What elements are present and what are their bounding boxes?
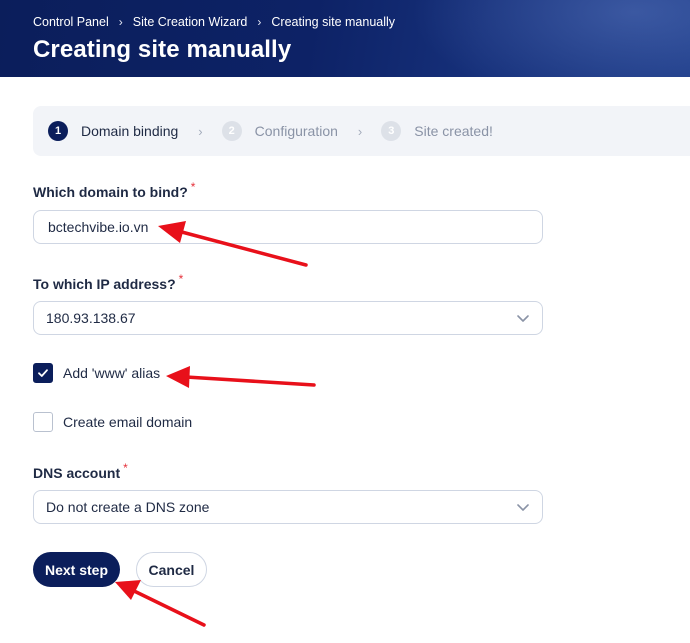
- breadcrumb-site-creation-wizard[interactable]: Site Creation Wizard: [133, 15, 248, 29]
- dns-label-text: DNS account: [33, 465, 121, 481]
- breadcrumb-control-panel[interactable]: Control Panel: [33, 15, 109, 29]
- page-header: Control Panel › Site Creation Wizard › C…: [0, 0, 690, 77]
- step-number: 2: [221, 121, 242, 141]
- chevron-right-icon: ›: [118, 15, 123, 29]
- step-domain-binding: 1 Domain binding: [48, 121, 178, 141]
- ip-label-text: To which IP address?: [33, 276, 176, 292]
- dns-select[interactable]: Do not create a DNS zone: [33, 490, 543, 524]
- www-alias-checkbox[interactable]: [33, 363, 53, 383]
- www-alias-label: Add 'www' alias: [63, 365, 161, 381]
- step-label: Site created!: [414, 123, 493, 139]
- step-configuration: 2 Configuration: [221, 121, 338, 141]
- chevron-right-icon: ›: [257, 15, 262, 29]
- next-step-button[interactable]: Next step: [33, 552, 120, 587]
- cancel-button[interactable]: Cancel: [136, 552, 207, 587]
- domain-field-label: Which domain to bind? *: [33, 180, 195, 200]
- required-mark: *: [178, 272, 184, 286]
- dns-select-value: Do not create a DNS zone: [46, 499, 210, 515]
- required-mark: *: [190, 180, 196, 194]
- email-domain-row[interactable]: Create email domain: [33, 412, 192, 432]
- domain-input-wrapper: [33, 210, 543, 244]
- step-number: 1: [48, 121, 68, 141]
- required-mark: *: [123, 461, 128, 475]
- email-domain-label: Create email domain: [63, 414, 193, 430]
- breadcrumb-current: Creating site manually: [271, 15, 396, 29]
- chevron-down-icon: [517, 315, 529, 322]
- domain-input[interactable]: [34, 211, 542, 243]
- dns-field-label: DNS account *: [33, 461, 128, 481]
- step-number: 3: [381, 121, 402, 141]
- chevron-right-icon: ›: [198, 123, 203, 139]
- wizard-stepper: 1 Domain binding › 2 Configuration › 3 S…: [33, 106, 690, 156]
- arrow-to-www-checkbox: [166, 366, 316, 388]
- domain-label-text: Which domain to bind?: [33, 184, 188, 200]
- step-label: Domain binding: [81, 123, 179, 139]
- step-site-created: 3 Site created!: [381, 121, 493, 141]
- ip-select-value: 180.93.138.67: [46, 310, 136, 326]
- header-glow: [410, 0, 690, 77]
- chevron-right-icon: ›: [357, 123, 363, 139]
- check-icon: [38, 369, 48, 377]
- email-domain-checkbox[interactable]: [33, 412, 53, 432]
- page-title: Creating site manually: [33, 36, 292, 63]
- step-label: Configuration: [254, 123, 338, 139]
- chevron-down-icon: [517, 504, 529, 511]
- www-alias-row[interactable]: Add 'www' alias: [33, 363, 160, 383]
- ip-field-label: To which IP address? *: [33, 272, 183, 292]
- breadcrumb: Control Panel › Site Creation Wizard › C…: [33, 15, 395, 29]
- ip-select[interactable]: 180.93.138.67: [33, 301, 543, 335]
